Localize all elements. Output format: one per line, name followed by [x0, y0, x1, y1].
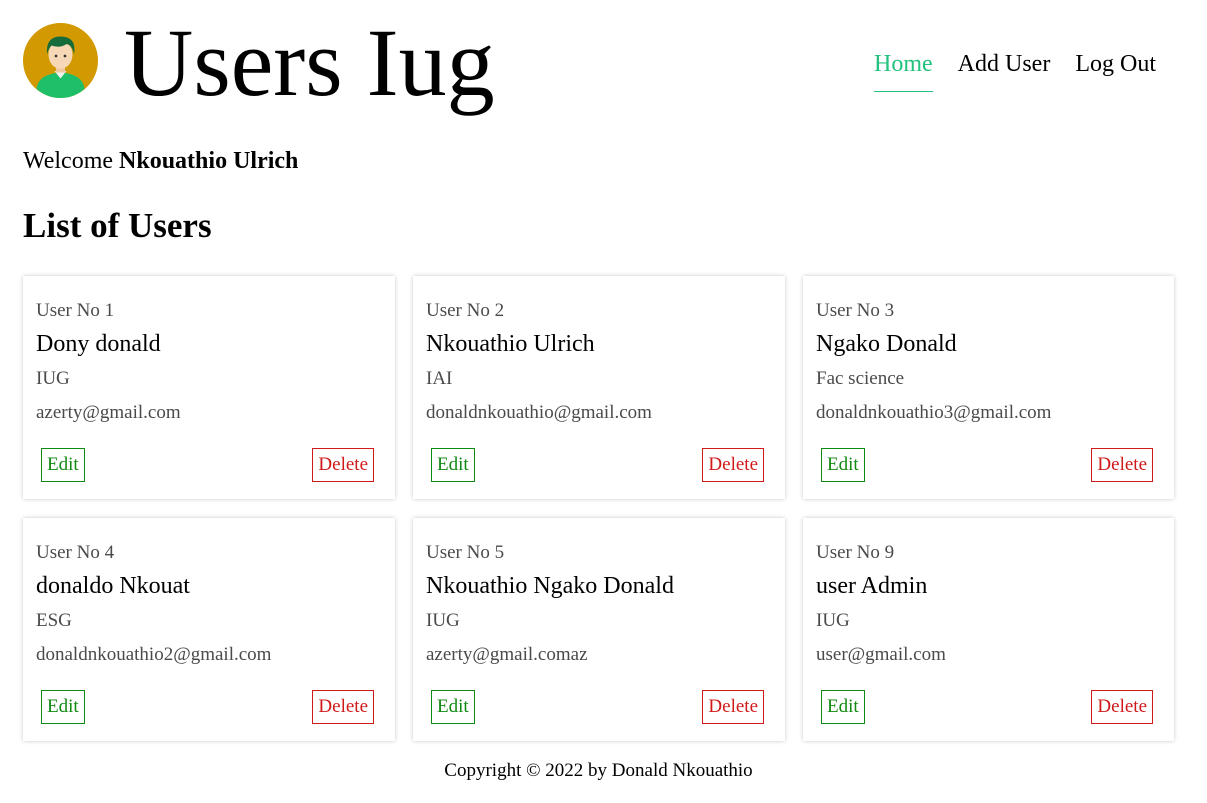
- user-name: donaldo Nkouat: [36, 573, 190, 599]
- user-card: User No 4 donaldo Nkouat ESG donaldnkoua…: [23, 518, 395, 741]
- user-card: User No 9 user Admin IUG user@gmail.com …: [803, 518, 1174, 741]
- edit-button[interactable]: Edit: [821, 690, 865, 724]
- delete-button[interactable]: Delete: [312, 690, 374, 724]
- user-email: user@gmail.com: [816, 644, 946, 665]
- user-name: Ngako Donald: [816, 331, 957, 357]
- user-number: User No 2: [426, 300, 505, 321]
- user-avatar-icon: [23, 23, 98, 98]
- user-organization: IAI: [426, 368, 453, 389]
- nav-add-user-link[interactable]: Add User: [958, 49, 1051, 92]
- user-name: Nkouathio Ngako Donald: [426, 573, 674, 599]
- user-name: Nkouathio Ulrich: [426, 331, 595, 357]
- user-name: user Admin: [816, 573, 928, 599]
- user-card: User No 1 Dony donald IUG azerty@gmail.c…: [23, 276, 395, 499]
- user-organization: ESG: [36, 610, 72, 631]
- user-email: donaldnkouathio3@gmail.com: [816, 402, 1052, 423]
- user-email: donaldnkouathio2@gmail.com: [36, 644, 272, 665]
- main-nav: Home Add User Log Out: [874, 49, 1156, 92]
- user-email: donaldnkouathio@gmail.com: [426, 402, 652, 423]
- edit-button[interactable]: Edit: [41, 448, 85, 482]
- user-number: User No 5: [426, 542, 505, 563]
- delete-button[interactable]: Delete: [702, 690, 764, 724]
- user-number: User No 1: [36, 300, 115, 321]
- user-email: azerty@gmail.com: [36, 402, 181, 423]
- list-title: List of Users: [23, 206, 212, 245]
- nav-home-link[interactable]: Home: [874, 49, 933, 92]
- nav-log-out-link[interactable]: Log Out: [1075, 49, 1156, 92]
- user-number: User No 9: [816, 542, 895, 563]
- user-card-grid: User No 1 Dony donald IUG azerty@gmail.c…: [23, 276, 1174, 741]
- edit-button[interactable]: Edit: [821, 448, 865, 482]
- user-card: User No 5 Nkouathio Ngako Donald IUG aze…: [413, 518, 785, 741]
- delete-button[interactable]: Delete: [702, 448, 764, 482]
- header: Users Iug Home Add User Log Out: [0, 0, 1207, 130]
- delete-button[interactable]: Delete: [1091, 448, 1153, 482]
- user-card: User No 3 Ngako Donald Fac science donal…: [803, 276, 1174, 499]
- user-name: Dony donald: [36, 331, 161, 357]
- delete-button[interactable]: Delete: [312, 448, 374, 482]
- footer-copyright: Copyright © 2022 by Donald Nkouathio: [444, 760, 753, 781]
- edit-button[interactable]: Edit: [431, 690, 475, 724]
- user-organization: IUG: [816, 610, 850, 631]
- user-number: User No 3: [816, 300, 895, 321]
- user-email: azerty@gmail.comaz: [426, 644, 588, 665]
- edit-button[interactable]: Edit: [41, 690, 85, 724]
- edit-button[interactable]: Edit: [431, 448, 475, 482]
- welcome-user-name: Nkouathio Ulrich: [119, 148, 299, 174]
- user-organization: IUG: [426, 610, 460, 631]
- welcome-message: Welcome Nkouathio Ulrich: [23, 146, 298, 176]
- app-title: Users Iug: [124, 9, 495, 116]
- user-organization: IUG: [36, 368, 70, 389]
- user-number: User No 4: [36, 542, 115, 563]
- user-card: User No 2 Nkouathio Ulrich IAI donaldnko…: [413, 276, 785, 499]
- welcome-prefix: Welcome: [23, 148, 114, 174]
- user-organization: Fac science: [816, 368, 905, 389]
- delete-button[interactable]: Delete: [1091, 690, 1153, 724]
